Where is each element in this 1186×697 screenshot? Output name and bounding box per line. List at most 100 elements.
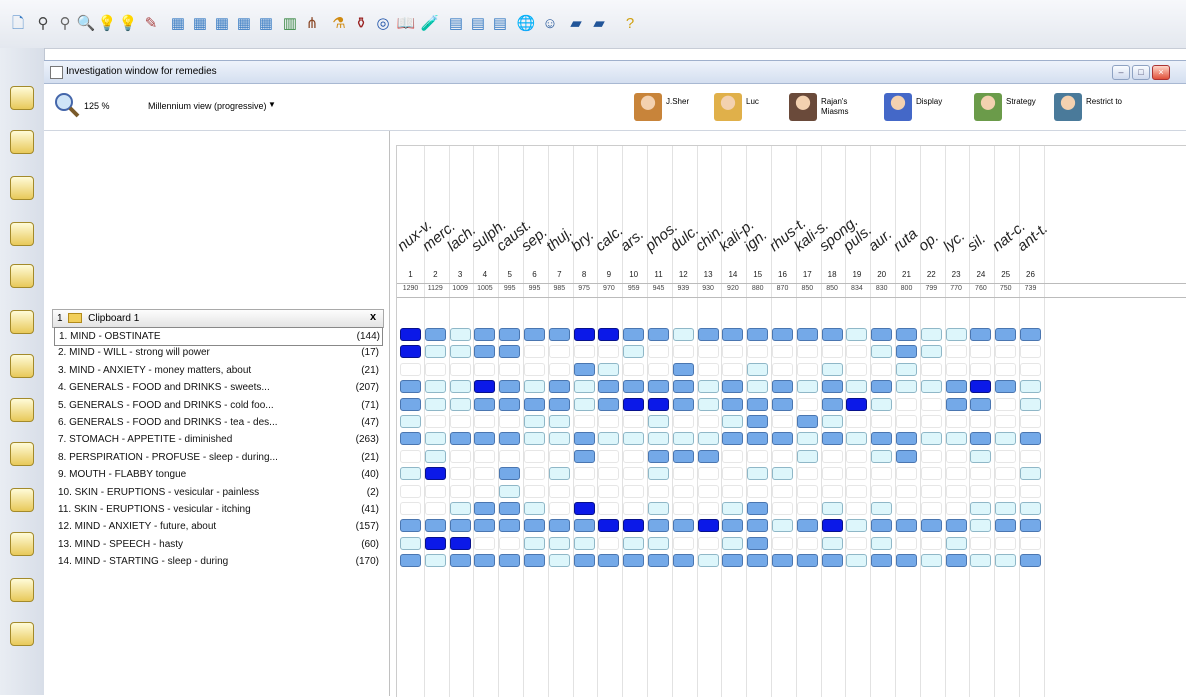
grade-cell[interactable]: [598, 536, 620, 550]
grade-cell[interactable]: [573, 519, 595, 533]
rubric-row[interactable]: 6. GENERALS - FOOD and DRINKS - tea - de…: [54, 414, 381, 431]
grade-cell[interactable]: [722, 345, 744, 359]
grade-cell[interactable]: [747, 484, 769, 498]
grade-cell[interactable]: [995, 467, 1017, 481]
grade-cell[interactable]: [995, 328, 1017, 341]
grade-cell[interactable]: [499, 467, 521, 481]
grade-cell[interactable]: [871, 554, 893, 568]
grade-cell[interactable]: [772, 519, 793, 533]
grade-cell[interactable]: [772, 502, 793, 515]
grade-cell[interactable]: [920, 449, 942, 463]
grade-cell[interactable]: [796, 484, 818, 498]
grade-cell[interactable]: [474, 380, 496, 394]
grade-cell[interactable]: [747, 449, 769, 463]
grade-cell[interactable]: [449, 415, 471, 428]
page3-icon[interactable]: ▤: [490, 14, 510, 34]
grade-cell[interactable]: [846, 328, 868, 341]
grade-cell[interactable]: [945, 554, 967, 568]
grade-cell[interactable]: [995, 432, 1017, 446]
grade-cell[interactable]: [524, 484, 545, 498]
grade-cell[interactable]: [697, 432, 719, 446]
grade-cell[interactable]: [1020, 554, 1041, 568]
grade-cell[interactable]: [573, 554, 595, 568]
grade-cell[interactable]: [697, 467, 719, 481]
grade-cell[interactable]: [1020, 362, 1041, 376]
sidebar-tool-icon[interactable]: [10, 532, 34, 556]
grade-cell[interactable]: [722, 362, 744, 376]
grade-cell[interactable]: [1020, 380, 1041, 394]
grade-cell[interactable]: [871, 432, 893, 446]
flask-icon[interactable]: ⚗: [329, 14, 349, 34]
grade-cell[interactable]: [821, 519, 843, 533]
grade-cell[interactable]: [697, 345, 719, 359]
restrict-tool[interactable]: Restrict to: [1054, 91, 1134, 125]
grade-cell[interactable]: [945, 467, 967, 481]
grade-cell[interactable]: [995, 502, 1017, 515]
grade-cell[interactable]: [1020, 484, 1041, 498]
rubric-row[interactable]: 10. SKIN - ERUPTIONS - vesicular - painl…: [54, 484, 381, 501]
grade-cell[interactable]: [474, 554, 496, 568]
grade-cell[interactable]: [846, 502, 868, 515]
grade-cell[interactable]: [400, 380, 421, 394]
grade-cell[interactable]: [598, 362, 620, 376]
grade-cell[interactable]: [796, 554, 818, 568]
grade-cell[interactable]: [970, 380, 992, 394]
grade-cell[interactable]: [945, 432, 967, 446]
grade-cell[interactable]: [648, 328, 669, 341]
grade-cell[interactable]: [697, 449, 719, 463]
grade-cell[interactable]: [722, 432, 744, 446]
grade-cell[interactable]: [548, 484, 570, 498]
grade-cell[interactable]: [548, 449, 570, 463]
grade-cell[interactable]: [896, 554, 917, 568]
grade-cell[interactable]: [548, 502, 570, 515]
grade-cell[interactable]: [424, 415, 446, 428]
grade-cell[interactable]: [400, 467, 421, 481]
grade-cell[interactable]: [424, 519, 446, 533]
grade-cell[interactable]: [1020, 415, 1041, 428]
grade-cell[interactable]: [449, 554, 471, 568]
grade-cell[interactable]: [400, 502, 421, 515]
grade-cell[interactable]: [697, 415, 719, 428]
grade-cell[interactable]: [524, 328, 545, 341]
grade-cell[interactable]: [499, 328, 521, 341]
grade-cell[interactable]: [970, 415, 992, 428]
grade-cell[interactable]: [920, 554, 942, 568]
grade-cell[interactable]: [548, 380, 570, 394]
grade-cell[interactable]: [1020, 536, 1041, 550]
grade-cell[interactable]: [400, 554, 421, 568]
grade-cell[interactable]: [400, 362, 421, 376]
grade-cell[interactable]: [945, 415, 967, 428]
grade-cell[interactable]: [524, 449, 545, 463]
grade-cell[interactable]: [474, 449, 496, 463]
grade-cell[interactable]: [623, 519, 645, 533]
grade-cell[interactable]: [697, 328, 719, 341]
display-tool[interactable]: Display: [884, 91, 964, 125]
sidebar-tool-icon[interactable]: [10, 86, 34, 110]
grade-cell[interactable]: [846, 380, 868, 394]
grade-cell[interactable]: [548, 467, 570, 481]
sidebar-tool-icon[interactable]: [10, 578, 34, 602]
rubric-row[interactable]: 4. GENERALS - FOOD and DRINKS - sweets..…: [54, 379, 381, 396]
grade-cell[interactable]: [524, 519, 545, 533]
grade-cell[interactable]: [747, 362, 769, 376]
grade-cell[interactable]: [896, 328, 917, 341]
grade-cell[interactable]: [772, 467, 793, 481]
grade-cell[interactable]: [920, 345, 942, 359]
grade-cell[interactable]: [821, 467, 843, 481]
grade-cell[interactable]: [945, 345, 967, 359]
grade-cell[interactable]: [896, 484, 917, 498]
grade-cell[interactable]: [672, 328, 694, 341]
grade-cell[interactable]: [995, 449, 1017, 463]
grade-cell[interactable]: [648, 415, 669, 428]
grade-cell[interactable]: [548, 432, 570, 446]
grade-cell[interactable]: [995, 554, 1017, 568]
rubric-row[interactable]: 14. MIND - STARTING - sleep - during (170…: [54, 553, 381, 570]
grade-cell[interactable]: [796, 362, 818, 376]
grade-cell[interactable]: [424, 362, 446, 376]
sidebar-tool-icon[interactable]: [10, 222, 34, 246]
view-mode-select[interactable]: Millennium view (progressive): [148, 101, 267, 111]
grade-cell[interactable]: [400, 449, 421, 463]
grade-cell[interactable]: [747, 432, 769, 446]
glasses-icon[interactable]: ⚲: [55, 14, 75, 34]
grade-cell[interactable]: [424, 397, 446, 411]
